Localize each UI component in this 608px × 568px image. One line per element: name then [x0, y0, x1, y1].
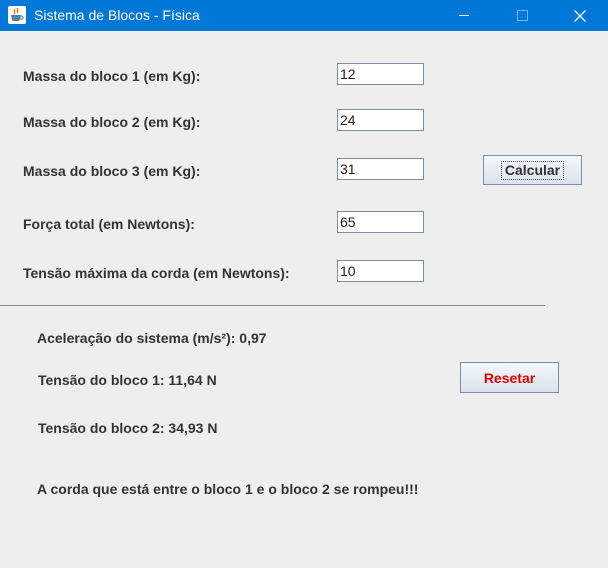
separator [0, 305, 545, 306]
max-tension-label: Tensão máxima da corda (em Newtons): [23, 265, 290, 281]
force-label: Força total (em Newtons): [23, 216, 195, 232]
mass2-label: Massa do bloco 2 (em Kg): [23, 114, 201, 130]
mass1-label: Massa do bloco 1 (em Kg): [23, 68, 201, 84]
acceleration-result: Aceleração do sistema (m/s²): 0,97 [37, 330, 267, 346]
tension1-result: Tensão do bloco 1: 11,64 N [38, 372, 217, 388]
mass3-input[interactable] [337, 158, 424, 180]
calculate-button-label: Calcular [500, 160, 565, 180]
app-window: Sistema de Blocos - Física Massa do bloc… [0, 0, 608, 568]
window-title: Sistema de Blocos - Física [34, 7, 200, 23]
calculate-button[interactable]: Calcular [483, 155, 582, 185]
reset-button[interactable]: Resetar [460, 362, 559, 393]
close-icon [574, 9, 586, 22]
title-bar[interactable]: Sistema de Blocos - Física [0, 0, 608, 31]
tension2-result: Tensão do bloco 2: 34,93 N [38, 420, 218, 436]
minimize-icon [459, 15, 469, 16]
force-input[interactable] [337, 211, 424, 233]
mass3-label: Massa do bloco 3 (em Kg): [23, 163, 201, 179]
maximize-button[interactable] [499, 0, 545, 31]
reset-button-label: Resetar [483, 369, 536, 386]
maximize-icon [516, 10, 528, 21]
java-cup-icon [8, 6, 26, 24]
minimize-button[interactable] [441, 0, 487, 31]
max-tension-input[interactable] [337, 260, 424, 282]
mass2-input[interactable] [337, 109, 424, 131]
mass1-input[interactable] [337, 63, 424, 85]
close-button[interactable] [557, 0, 603, 31]
rope-broken-message: A corda que está entre o bloco 1 e o blo… [37, 481, 419, 497]
